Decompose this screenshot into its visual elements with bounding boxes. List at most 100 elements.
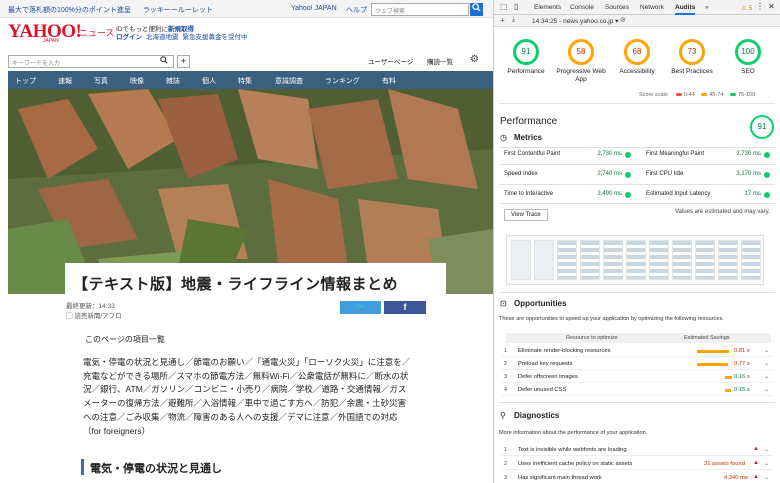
report-select[interactable]: 14:34:25 - news.yahoo.co.jp ▾ (532, 17, 618, 25)
diagnostic-row[interactable]: 2 Uses inefficient cache policy on stati… (502, 458, 772, 470)
metric-fci-label: First CPU Idle (646, 171, 684, 177)
user-page-link[interactable]: ユーザーページ (368, 56, 413, 66)
score-seo[interactable]: 100 (735, 39, 761, 65)
device-toggle-icon[interactable]: ▯ (514, 2, 518, 11)
chevron-down-icon[interactable]: ⌄ (764, 347, 769, 354)
metric-eil-value: 17 ms (744, 191, 761, 197)
opportunity-row[interactable]: 1 Eliminate render-blocking resources 0.… (502, 345, 772, 357)
diagnostic-row[interactable]: 3 Has significant main thread work 4,340… (502, 472, 772, 483)
pass-icon (625, 152, 631, 158)
scale-average-swatch (701, 93, 708, 97)
pass-icon (764, 172, 770, 178)
pass-icon (764, 192, 770, 198)
savings-bar (697, 350, 729, 353)
col-resource: Resource to optimize (566, 335, 618, 341)
tab-photo[interactable]: 写真 (94, 76, 108, 86)
chevron-down-icon[interactable]: ⌄ (764, 460, 769, 467)
donation-link[interactable]: 緊急支援募金を受付中 (183, 34, 248, 41)
row-index: 3 (504, 475, 508, 481)
twitter-share-button[interactable]: 🐦 (340, 301, 381, 314)
tab-video[interactable]: 映像 (130, 76, 144, 86)
diagnostics-icon: ⚲ (500, 411, 506, 420)
filmstrip (506, 235, 764, 285)
metric-fcp-label: First Contentful Paint (504, 151, 561, 157)
chevron-down-icon[interactable]: ⌄ (764, 360, 769, 367)
warning-badge[interactable]: ⚠ 5 (741, 4, 752, 12)
score-pwa[interactable]: 58 (568, 39, 594, 65)
inspect-icon[interactable]: ⬚ (500, 2, 508, 11)
tab-feature[interactable]: 特集 (238, 76, 252, 86)
twitter-icon: 🐦 (354, 302, 367, 312)
web-search-input[interactable]: ウェブ検索 (371, 3, 469, 16)
opportunity-row[interactable]: 4 Defer unused CSS 0.15 s ⌄ (502, 384, 772, 396)
tab-audits[interactable]: Audits (675, 4, 696, 15)
score-performance[interactable]: 91 (513, 39, 539, 65)
tab-elements[interactable]: Elements (534, 4, 561, 11)
divider (499, 147, 775, 148)
score-accessibility[interactable]: 68 (624, 39, 650, 65)
tab-paid[interactable]: 有料 (382, 76, 396, 86)
divider (499, 103, 775, 104)
section-name[interactable]: ニュース (79, 26, 115, 39)
chevron-down-icon[interactable]: ⌄ (764, 386, 769, 393)
diagnostic-row[interactable]: 1 Text is invisible while webfonts are l… (502, 444, 772, 456)
tab-personal[interactable]: 個人 (202, 76, 216, 86)
more-tabs[interactable]: » (705, 4, 709, 11)
pass-icon (625, 192, 631, 198)
chevron-down-icon[interactable]: ⌄ (764, 446, 769, 453)
tab-console[interactable]: Console (570, 4, 594, 11)
tab-network[interactable]: Network (640, 4, 664, 11)
warning-count: 5 (748, 5, 753, 12)
gear-icon[interactable]: ⚙ (470, 54, 479, 65)
promo-link-1[interactable]: 最大で落札額の100%分のポイント進呈 (8, 7, 131, 14)
tab-ranking[interactable]: ランキング (325, 76, 360, 86)
row-value: 31 assets found (704, 461, 745, 467)
filmstrip-frame (511, 240, 531, 280)
tab-breaking[interactable]: 速報 (58, 76, 72, 86)
promo-link-2[interactable]: ラッキーールーレット (143, 7, 213, 14)
help-link[interactable]: ヘルプ (346, 5, 367, 15)
toc-links[interactable]: 電気・停電の状況と見通し／節電のお願い／「通電火災」「ローソク火災」に注意を／充… (83, 356, 413, 438)
tab-survey[interactable]: 意識調査 (275, 76, 303, 86)
subscription-list-link[interactable]: 購読一覧 (427, 56, 453, 66)
toc-title: このページの項目一覧 (85, 335, 165, 344)
score-best-practices[interactable]: 73 (679, 39, 705, 65)
view-trace-button[interactable]: View Trace (504, 209, 548, 221)
login-link[interactable]: ログイン (116, 34, 142, 41)
facebook-icon: f (403, 302, 407, 312)
clear-icon[interactable]: ⊘ (620, 16, 626, 24)
yahoo-japan-link[interactable]: Yahoo! JAPAN (291, 5, 337, 12)
metric-fmp-label: First Meaningful Paint (646, 151, 705, 157)
opportunities-desc: These are opportunities to speed up your… (499, 316, 724, 322)
opportunity-row[interactable]: 3 Defer offscreen images 0.16 s ⌄ (502, 371, 772, 383)
metric-fci-value: 3,170 ms (736, 171, 761, 177)
menu-icon[interactable]: ⋮ (756, 2, 764, 11)
score-scale-legend: Score scale: 0-44 45-74 75-100 (639, 92, 755, 98)
quake-link[interactable]: 北海道地震 (146, 34, 179, 41)
keyword-search-input[interactable]: キーワードを入力 (8, 55, 174, 68)
filmstrip-frame (649, 240, 669, 280)
facebook-share-button[interactable]: f (384, 301, 426, 314)
download-icon[interactable]: ⤓ (512, 16, 515, 24)
promo-links: 最大で落札額の100%分のポイント進呈 ラッキーールーレット (8, 5, 223, 15)
tab-top[interactable]: トップ (15, 76, 36, 86)
filmstrip-frame (672, 240, 692, 280)
chevron-down-icon[interactable]: ⌄ (764, 474, 769, 481)
tab-sources[interactable]: Sources (605, 4, 629, 11)
filmstrip-frame (534, 240, 554, 280)
row-value: 0.15 s (734, 387, 750, 393)
keyword-search-icon[interactable] (160, 56, 168, 66)
opportunity-row[interactable]: 2 Preload key requests 0.77 s ⌄ (502, 358, 772, 370)
warning-icon: ⚠ (741, 5, 747, 12)
new-audit-icon[interactable]: + (500, 16, 505, 25)
audits-toolbar: + ⤓ 14:34:25 - news.yahoo.co.jp ▾ ⊘ (494, 15, 780, 27)
search-icon[interactable] (470, 3, 483, 16)
chevron-down-icon[interactable]: ⌄ (764, 373, 769, 380)
score-label-best-practices: Best Practices (671, 68, 713, 75)
browser-page: 最大で落札額の100%分のポイント進呈 ラッキーールーレット Yahoo! JA… (0, 0, 493, 483)
add-button[interactable]: + (177, 55, 190, 68)
performance-score: 91 (750, 115, 774, 139)
tab-magazine[interactable]: 雑誌 (166, 76, 180, 86)
scale-pass: 75-100 (737, 92, 756, 98)
close-icon[interactable]: ✕ (768, 2, 775, 11)
